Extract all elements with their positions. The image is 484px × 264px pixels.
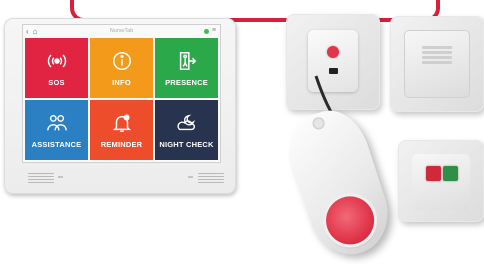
- tablet-screen: ‹ ⌂ NurseTab ≡ SOS INFO PRESENCE ASSISTA…: [22, 24, 221, 163]
- tile-label: REMINDER: [100, 139, 143, 149]
- tile-presence[interactable]: PRESENCE: [155, 38, 218, 98]
- tile-night-check[interactable]: NIGHT CHECK: [155, 100, 218, 160]
- tile-label: PRESENCE: [165, 77, 208, 87]
- app-title: NurseTab: [109, 28, 134, 34]
- grille-icon: [422, 46, 452, 72]
- tile-assistance[interactable]: ASSISTANCE: [25, 100, 88, 160]
- red-square-icon: [426, 166, 441, 181]
- speaker-grille-left: [28, 171, 54, 185]
- call-pendant: [279, 101, 399, 264]
- reset-unit-face: [412, 154, 470, 210]
- status-bar: ‹ ⌂ NurseTab ≡: [23, 25, 220, 37]
- tile-reminder[interactable]: REMINDER: [90, 100, 153, 160]
- tile-label: NIGHT CHECK: [159, 139, 214, 149]
- nurse-tablet: ‹ ⌂ NurseTab ≡ SOS INFO PRESENCE ASSISTA…: [4, 18, 236, 194]
- green-square-icon: [443, 166, 458, 181]
- tile-grid: SOS INFO PRESENCE ASSISTANCE REMINDER NI…: [25, 38, 218, 160]
- call-button-icon: [327, 46, 339, 58]
- indicator-right: [188, 176, 193, 178]
- tile-info[interactable]: INFO: [90, 38, 153, 98]
- pull-unit-face: [404, 30, 470, 98]
- tile-label: INFO: [112, 77, 131, 87]
- tile-sos[interactable]: SOS: [25, 38, 88, 98]
- wall-pull-unit: [390, 16, 484, 112]
- pendant-cap: [311, 115, 327, 131]
- tile-label: ASSISTANCE: [31, 139, 82, 149]
- alarm-icon: [47, 54, 66, 67]
- wall-reset-unit: [398, 140, 484, 222]
- speaker-grille-right: [198, 171, 224, 185]
- people-icon: [46, 114, 67, 130]
- door-enter-icon: [179, 51, 196, 70]
- indicator-left: [58, 176, 63, 178]
- pendant-call-button-icon: [319, 190, 381, 251]
- moon-cloud-icon: [176, 114, 195, 130]
- info-icon: [112, 51, 131, 70]
- bell-icon: [112, 113, 131, 132]
- tile-label: SOS: [48, 77, 65, 87]
